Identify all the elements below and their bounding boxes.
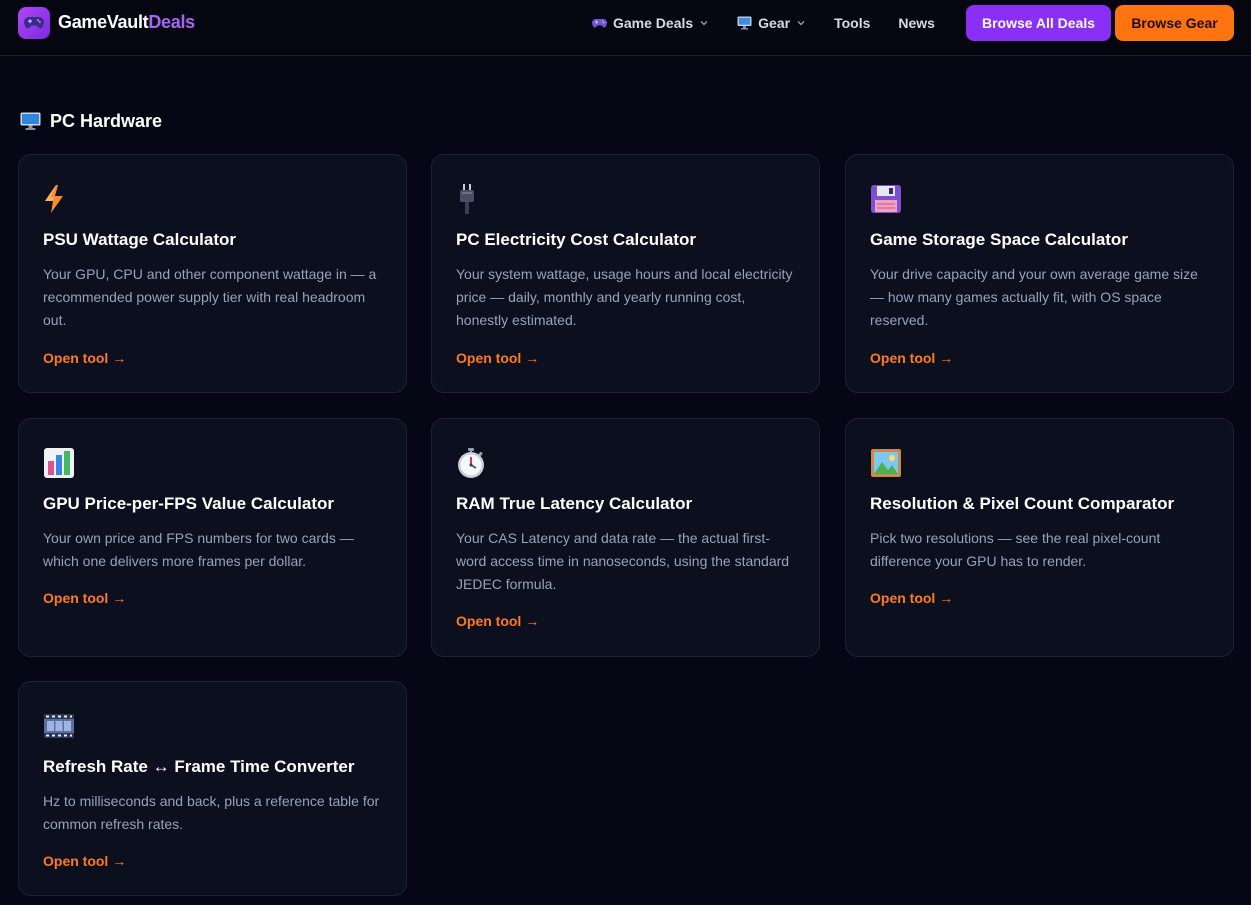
tool-card-resolution-comparator[interactable]: Resolution & Pixel Count Comparator Pick… <box>845 418 1234 657</box>
brand-name: GameVaultDeals <box>58 12 195 33</box>
nav-game-deals[interactable]: Game Deals <box>592 15 709 31</box>
nav-tools-label: Tools <box>834 15 871 31</box>
power-plug-icon <box>456 182 496 216</box>
section-title: PC Hardware <box>20 108 162 134</box>
main-nav: Game Deals Gear Tools News <box>592 12 935 34</box>
browse-gear-button[interactable]: Browse Gear <box>1115 5 1234 41</box>
nav-game-deals-label: Game Deals <box>613 15 694 31</box>
brand-name-part1: GameVault <box>58 12 149 32</box>
chevron-down-icon <box>797 21 805 26</box>
nav-gear-label: Gear <box>758 15 791 31</box>
tool-card-ram-true-latency[interactable]: RAM True Latency Calculator Your CAS Lat… <box>431 418 820 657</box>
open-tool-link[interactable]: Open tool → <box>870 350 953 366</box>
gamepad-icon <box>592 18 607 27</box>
open-tool-link[interactable]: Open tool → <box>456 350 539 366</box>
top-navbar: GameVaultDeals Game Deals Gear Tools New… <box>0 0 1251 56</box>
nav-gear[interactable]: Gear <box>737 15 806 31</box>
framed-picture-icon <box>870 446 910 480</box>
nav-news-label: News <box>898 15 935 31</box>
tool-card-description: Your own price and FPS numbers for two c… <box>43 530 354 569</box>
brand-name-part2: Deals <box>148 12 195 32</box>
tool-card-description: Hz to milliseconds and back, plus a refe… <box>43 793 380 832</box>
lightning-icon <box>43 182 83 216</box>
floppy-disk-icon <box>870 182 910 216</box>
monitor-icon <box>737 16 752 30</box>
gamepad-icon <box>18 6 50 39</box>
tool-card-description: Your system wattage, usage hours and loc… <box>456 266 793 328</box>
tool-card-description: Your CAS Latency and data rate — the act… <box>456 530 790 592</box>
section-title-text: PC Hardware <box>50 110 163 131</box>
tool-card-gpu-price-per-fps[interactable]: GPU Price-per-FPS Value Calculator Your … <box>18 418 407 657</box>
tool-card-description: Pick two resolutions — see the real pixe… <box>870 530 1161 569</box>
tool-card-title: GPU Price-per-FPS Value Calculator <box>43 494 334 513</box>
tool-card-refresh-rate-converter[interactable]: Refresh Rate ↔ Frame Time Converter Hz t… <box>18 681 407 896</box>
brand-logo[interactable]: GameVaultDeals <box>18 6 195 39</box>
tool-card-psu-wattage[interactable]: PSU Wattage Calculator Your GPU, CPU and… <box>18 154 407 393</box>
tool-card-title: PSU Wattage Calculator <box>43 230 237 249</box>
desktop-computer-icon <box>20 112 41 130</box>
open-tool-link[interactable]: Open tool → <box>43 853 126 869</box>
tool-card-title: Game Storage Space Calculator <box>870 230 1128 249</box>
film-frames-icon <box>43 709 83 743</box>
tool-card-title: Resolution & Pixel Count Comparator <box>870 494 1175 513</box>
tool-card-title: Refresh Rate ↔ Frame Time Converter <box>43 757 355 776</box>
tool-card-description: Your drive capacity and your own average… <box>870 266 1198 328</box>
tool-card-game-storage[interactable]: Game Storage Space Calculator Your drive… <box>845 154 1234 393</box>
open-tool-link[interactable]: Open tool → <box>43 590 126 606</box>
open-tool-link[interactable]: Open tool → <box>43 350 126 366</box>
tool-card-title: PC Electricity Cost Calculator <box>456 230 696 249</box>
tool-card-title: RAM True Latency Calculator <box>456 494 693 513</box>
nav-tools[interactable]: Tools <box>834 15 870 31</box>
stopwatch-icon <box>456 446 496 480</box>
browse-all-deals-button[interactable]: Browse All Deals <box>966 5 1111 41</box>
open-tool-link[interactable]: Open tool → <box>870 590 953 606</box>
tool-card-electricity-cost[interactable]: PC Electricity Cost Calculator Your syst… <box>431 154 820 393</box>
chevron-down-icon <box>700 21 708 26</box>
open-tool-link[interactable]: Open tool → <box>456 613 539 629</box>
tool-card-description: Your GPU, CPU and other component wattag… <box>43 266 377 328</box>
nav-news[interactable]: News <box>898 15 935 31</box>
bar-chart-icon <box>43 446 83 480</box>
